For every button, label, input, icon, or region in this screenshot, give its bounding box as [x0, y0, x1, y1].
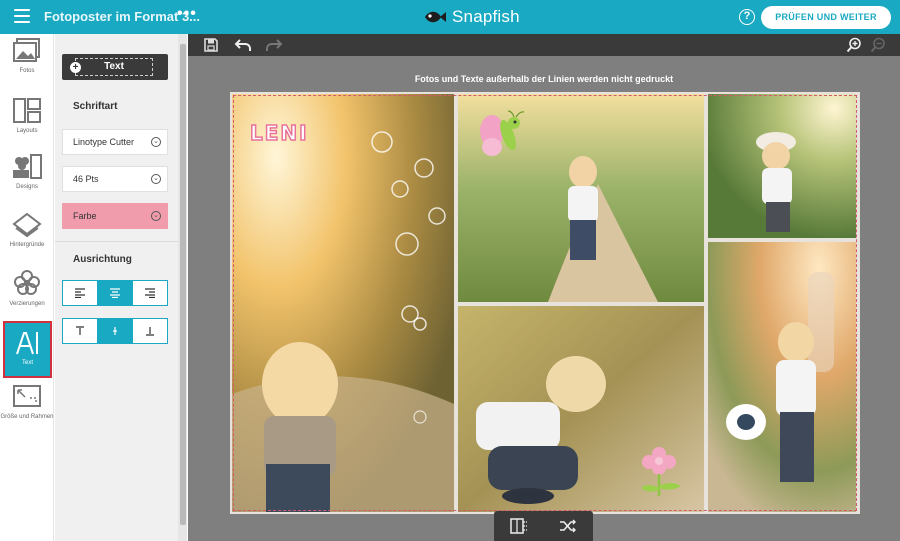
font-size-value: 46 Pts: [73, 174, 99, 184]
rail-label: Text: [21, 360, 33, 366]
plus-icon: +: [70, 62, 81, 73]
photo-girl-bubbles: [232, 94, 454, 512]
rail-item-backgrounds[interactable]: Hintergründe: [0, 212, 54, 248]
align-right-icon: [145, 288, 155, 298]
alignment-section-label: Ausrichtung: [73, 254, 132, 265]
rail-label: Designs: [16, 184, 38, 190]
layouts-icon: [13, 98, 41, 123]
align-left-icon: [75, 288, 85, 298]
add-text-frame: + Text: [70, 58, 153, 76]
text-color-select[interactable]: Farbe ⌄: [62, 203, 168, 229]
panel-divider: [55, 241, 178, 242]
align-middle-button[interactable]: [98, 319, 133, 343]
photo-slot-1[interactable]: [232, 94, 454, 512]
text-color-label: Farbe: [73, 211, 97, 221]
photo-slot-5[interactable]: [708, 242, 856, 512]
save-icon[interactable]: [203, 37, 219, 53]
zoom-out-icon[interactable]: [870, 37, 886, 53]
chevron-down-icon: ⌄: [151, 174, 161, 184]
font-family-select[interactable]: Linotype Cutter ⌄: [62, 129, 168, 155]
align-bottom-icon: [146, 327, 154, 336]
embellishments-icon: [14, 270, 40, 295]
rail-label: Hintergründe: [9, 242, 45, 248]
photos-icon: [13, 38, 40, 62]
snapfish-logo: Snapfish: [423, 5, 520, 29]
align-left-button[interactable]: [63, 281, 98, 305]
fish-icon: [425, 11, 446, 23]
align-bottom-button[interactable]: [133, 319, 167, 343]
horizontal-alignment-group: [62, 280, 168, 306]
align-right-button[interactable]: [133, 281, 167, 305]
vertical-alignment-group: [62, 318, 168, 344]
rail-item-text[interactable]: Text: [3, 321, 52, 378]
brand-name: Snapfish: [452, 7, 520, 26]
align-middle-icon: [113, 327, 117, 335]
rail-label: Größe und Rahmen: [0, 414, 54, 420]
layout-tools: [494, 511, 593, 541]
shuffle-photos-button[interactable]: [544, 511, 594, 541]
butterfly-sticker[interactable]: [478, 109, 526, 159]
undo-icon[interactable]: [234, 37, 252, 53]
add-text-label: Text: [104, 61, 124, 72]
tool-rail: Fotos Layouts Designs Hintergründe Verzi…: [0, 34, 54, 541]
text-element-leni[interactable]: LENI: [249, 120, 309, 146]
rail-label: Layouts: [16, 128, 38, 134]
zoom-in-icon[interactable]: [846, 37, 862, 53]
review-continue-button[interactable]: PRÜFEN UND WEITER: [761, 6, 891, 29]
align-center-icon: [110, 288, 120, 298]
size-frame-icon: [13, 385, 41, 407]
photo-toddler-walking: [708, 242, 856, 512]
chevron-down-icon: ⌄: [151, 137, 161, 147]
chevron-down-icon: ⌄: [151, 211, 161, 221]
menu-icon[interactable]: [14, 9, 30, 23]
text-panel: + Text Schriftart Linotype Cutter ⌄ 46 P…: [55, 34, 178, 541]
editor-toolbar: [188, 34, 900, 56]
shuffle-icon: [560, 519, 577, 533]
layout-swap-icon: [510, 518, 527, 534]
rail-label: Fotos: [19, 68, 35, 74]
font-family-value: Linotype Cutter: [73, 137, 135, 147]
rail-item-designs[interactable]: Designs: [0, 154, 54, 190]
redo-icon[interactable]: [265, 37, 283, 53]
print-area-notice: Fotos und Texte außerhalb der Linien wer…: [414, 74, 674, 84]
rail-item-layouts[interactable]: Layouts: [0, 98, 54, 134]
more-options-icon[interactable]: •••: [177, 5, 197, 23]
font-size-select[interactable]: 46 Pts ⌄: [62, 166, 168, 192]
add-text-button[interactable]: + Text: [62, 54, 168, 80]
top-bar: Fotoposter im Format 3... ••• Snapfish ?…: [0, 0, 900, 34]
backgrounds-icon: [12, 212, 42, 238]
align-center-button[interactable]: [98, 281, 133, 305]
align-top-button[interactable]: [63, 319, 98, 343]
designs-icon: [13, 154, 42, 179]
swap-layout-button[interactable]: [494, 511, 544, 541]
photo-toddler-hat: [708, 94, 856, 238]
help-icon[interactable]: ?: [739, 9, 755, 25]
text-icon: [15, 332, 38, 355]
rail-item-embellishments[interactable]: Verzierungen: [0, 269, 54, 307]
font-section-label: Schriftart: [73, 101, 118, 112]
rail-item-size-frame[interactable]: Größe und Rahmen: [0, 384, 54, 420]
align-top-icon: [76, 326, 84, 335]
photo-slot-3[interactable]: [708, 94, 856, 238]
rail-item-photos[interactable]: Fotos: [0, 38, 54, 74]
rail-label: Verzierungen: [9, 301, 45, 307]
panel-scrollbar-thumb[interactable]: [180, 44, 186, 525]
flower-sticker[interactable]: [639, 446, 685, 498]
